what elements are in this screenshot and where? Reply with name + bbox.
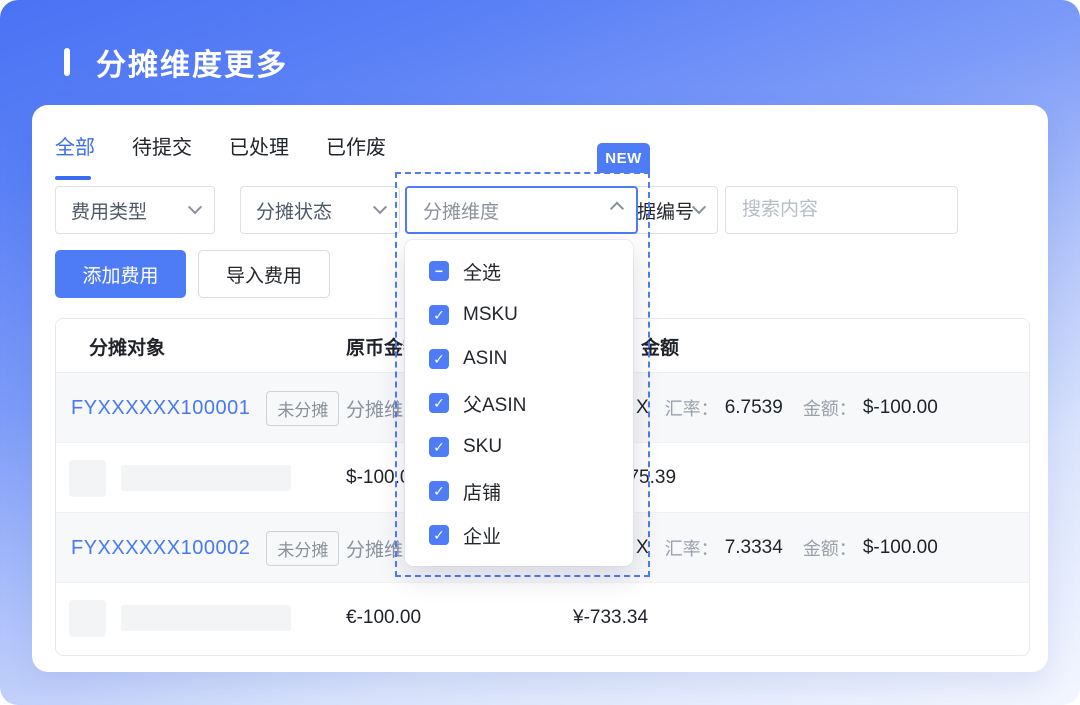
dropdown-option-parent-asin[interactable]: ✓ 父ASIN — [405, 381, 633, 425]
amount-value: $-100.00 — [863, 537, 938, 559]
amount-detail-cell: X 汇率： 6.7539 金额： $-100.00 — [636, 373, 938, 443]
search-input[interactable] — [726, 187, 957, 233]
skeleton-bar — [121, 605, 291, 631]
fee-type-label: 费用类型 — [71, 197, 147, 224]
tab-voided[interactable]: 已作废 — [326, 131, 386, 160]
dropdown-option-company[interactable]: ✓ 企业 — [405, 513, 633, 557]
page-header: 分摊维度更多 — [64, 40, 288, 84]
original-amount-cell: €-100.00 — [346, 583, 421, 653]
tab-processed[interactable]: 已处理 — [229, 131, 289, 160]
expense-id-link[interactable]: FYXXXXXX100001 — [71, 397, 250, 420]
chevron-down-icon — [373, 200, 387, 214]
search-box — [725, 186, 958, 234]
allocation-status-select[interactable]: 分摊状态 — [240, 186, 400, 234]
import-expense-button[interactable]: 导入费用 — [198, 250, 330, 298]
allocation-status-label: 分摊状态 — [256, 197, 332, 224]
add-expense-button[interactable]: 添加费用 — [55, 250, 186, 298]
dropdown-option-msku[interactable]: ✓ MSKU — [405, 293, 633, 337]
new-feature-badge: NEW — [597, 143, 650, 173]
dimension-dropdown-panel: − 全选 ✓ MSKU ✓ ASIN ✓ 父ASIN ✓ SKU ✓ 店铺 — [405, 240, 633, 566]
allocation-dimension-select[interactable]: 分摊维度 — [405, 186, 638, 234]
checkbox-checked-icon[interactable]: ✓ — [429, 305, 449, 325]
skeleton-bar — [121, 465, 291, 491]
dropdown-option-asin[interactable]: ✓ ASIN — [405, 337, 633, 381]
tab-all[interactable]: 全部 — [55, 131, 95, 160]
checkbox-checked-icon[interactable]: ✓ — [429, 393, 449, 413]
rate-value: 6.7539 — [725, 397, 783, 419]
chevron-down-icon — [188, 200, 202, 214]
checkbox-checked-icon[interactable]: ✓ — [429, 349, 449, 369]
expense-id-link[interactable]: FYXXXXXX100002 — [71, 537, 250, 560]
amount-label: 金额： — [803, 535, 857, 561]
table-row: €-100.00 ¥-733.34 — [56, 583, 1029, 653]
amount-label: 金额： — [803, 395, 857, 421]
rate-value: 7.3334 — [725, 537, 783, 559]
rate-label: 汇率： — [665, 395, 719, 421]
allocation-dimension-label: 分摊维度 — [423, 197, 499, 224]
checkbox-checked-icon[interactable]: ✓ — [429, 525, 449, 545]
skeleton-square — [69, 600, 106, 637]
fee-type-select[interactable]: 费用类型 — [55, 186, 215, 234]
rate-label: 汇率： — [665, 535, 719, 561]
status-tabs: 全部 待提交 已处理 已作废 — [55, 131, 386, 160]
checkbox-checked-icon[interactable]: ✓ — [429, 437, 449, 457]
chevron-down-icon — [692, 200, 706, 214]
fragment-x: X — [636, 537, 649, 559]
fragment-x: X — [636, 397, 649, 419]
allocation-dimension-page: 分摊维度更多 全部 待提交 已处理 已作废 费用类型 分摊状态 单据编号 分摊维… — [0, 0, 1080, 705]
amount-detail-cell: X 汇率： 7.3334 金额： $-100.00 — [636, 513, 938, 583]
content-card: 全部 待提交 已处理 已作废 费用类型 分摊状态 单据编号 分摊维度 添加费用 … — [32, 105, 1048, 672]
converted-amount-cell: ¥-733.34 — [573, 583, 648, 653]
checkbox-indeterminate-icon[interactable]: − — [429, 261, 449, 281]
status-badge: 未分摊 — [266, 531, 339, 566]
skeleton-square — [69, 460, 106, 497]
title-accent-bar — [64, 48, 70, 76]
active-tab-underline — [55, 176, 91, 180]
skeleton-cell — [69, 443, 291, 513]
dropdown-option-select-all[interactable]: − 全选 — [405, 249, 633, 293]
dropdown-option-store[interactable]: ✓ 店铺 — [405, 469, 633, 513]
amount-value: $-100.00 — [863, 397, 938, 419]
row-id-cell: FYXXXXXX100001 未分摊 — [71, 373, 339, 443]
tab-pending[interactable]: 待提交 — [132, 131, 192, 160]
row-id-cell: FYXXXXXX100002 未分摊 — [71, 513, 339, 583]
col-header-amount: 金额 — [641, 319, 679, 373]
page-title: 分摊维度更多 — [96, 40, 288, 84]
status-badge: 未分摊 — [266, 391, 339, 426]
chevron-up-icon — [610, 202, 624, 216]
col-header-allocation-target: 分摊对象 — [89, 319, 165, 373]
skeleton-cell — [69, 583, 291, 653]
dropdown-option-sku[interactable]: ✓ SKU — [405, 425, 633, 469]
checkbox-checked-icon[interactable]: ✓ — [429, 481, 449, 501]
